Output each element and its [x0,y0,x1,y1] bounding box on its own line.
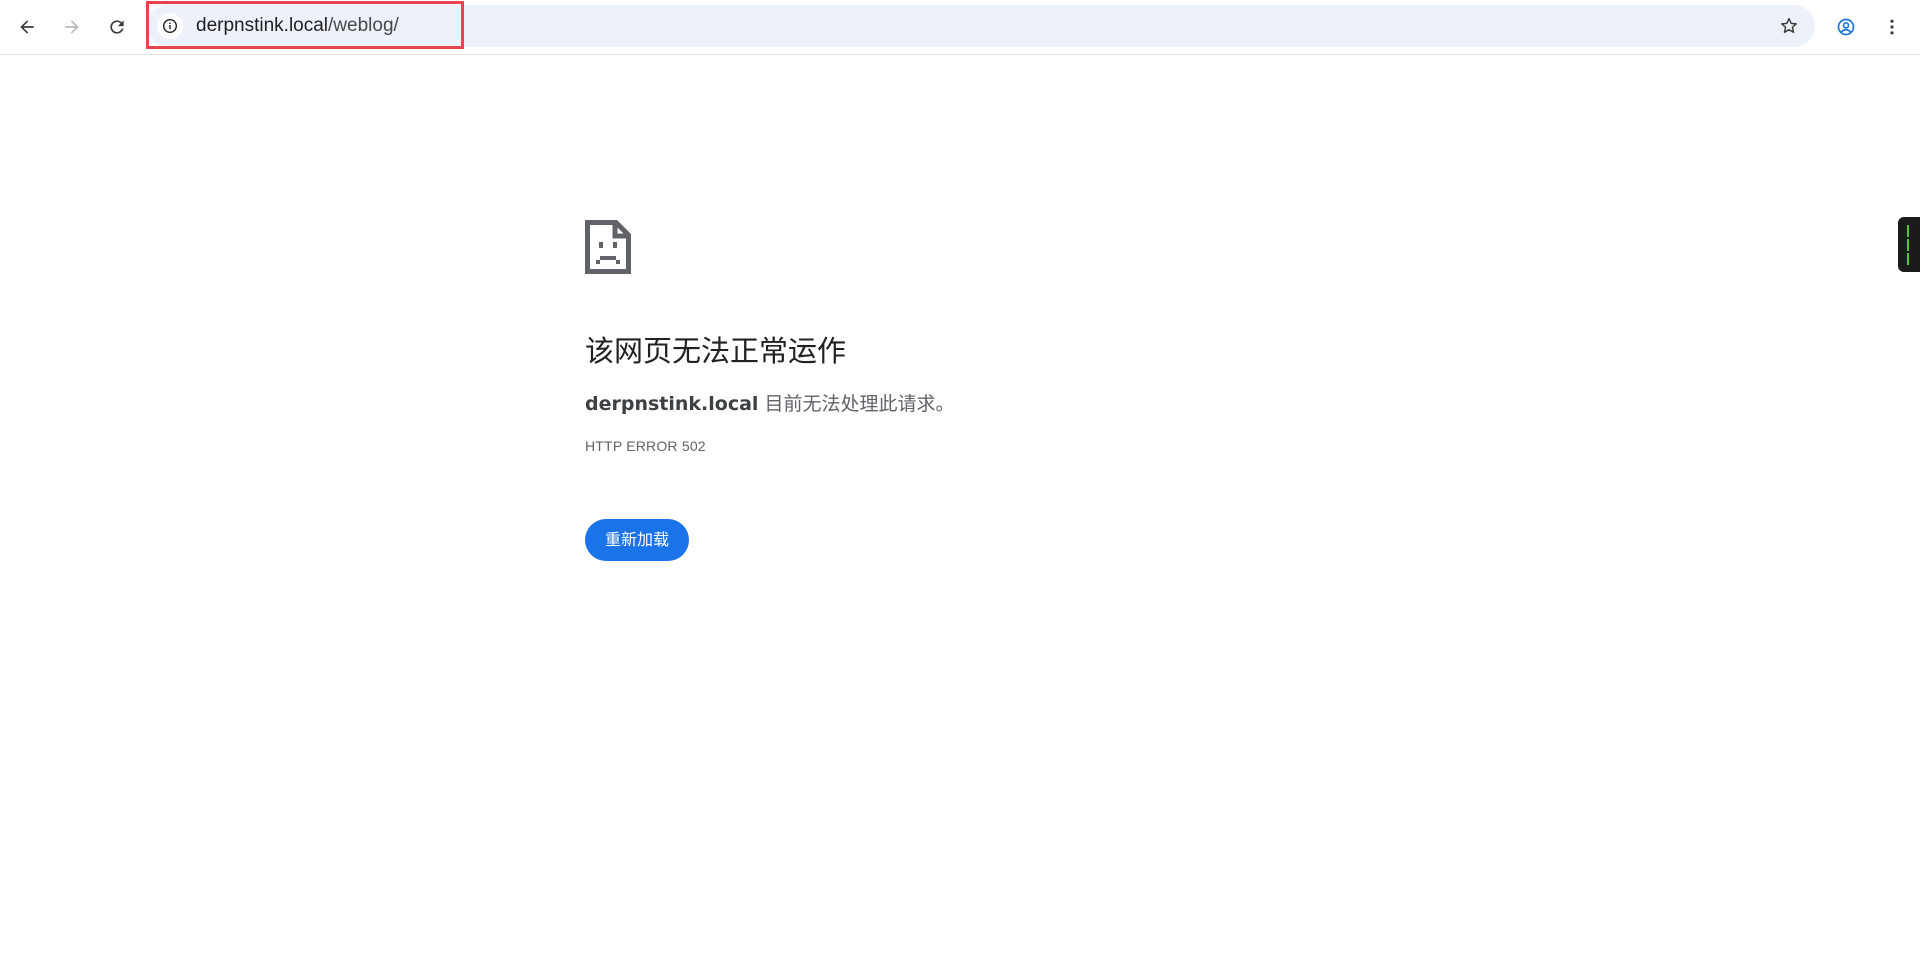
profile-button[interactable] [1827,8,1865,46]
url-text[interactable]: derpnstink.local/weblog/ [196,5,399,47]
site-info-button[interactable] [157,13,183,39]
kebab-menu-icon [1890,19,1894,35]
url-path: /weblog/ [328,15,399,36]
forward-button[interactable] [53,8,91,46]
account-circle-icon [1837,18,1855,36]
address-bar[interactable]: derpnstink.local/weblog/ [147,5,1815,47]
reload-icon [110,20,124,34]
arrow-left-icon [20,20,34,34]
error-code: HTTP ERROR 502 [585,438,706,454]
error-page: 该网页无法正常运作 derpnstink.local 目前无法处理此请求。 HT… [585,220,1485,561]
error-description: derpnstink.local 目前无法处理此请求。 [585,391,1485,417]
reload-button[interactable] [98,8,136,46]
arrow-right-icon [65,20,79,34]
back-button[interactable] [8,8,46,46]
side-panel-tab[interactable] [1898,217,1920,272]
browser-menu-button[interactable] [1873,8,1911,46]
error-message: 目前无法处理此请求。 [758,393,955,415]
sad-page-icon [585,220,631,274]
star-icon [1781,17,1797,33]
error-title: 该网页无法正常运作 [585,334,847,368]
info-icon [162,18,178,34]
bookmark-button[interactable] [1773,10,1805,42]
reload-page-button[interactable]: 重新加载 [585,519,690,561]
url-host: derpnstink.local [196,15,329,36]
error-host: derpnstink.local [585,393,759,415]
browser-toolbar: derpnstink.local/weblog/ [0,0,1920,55]
